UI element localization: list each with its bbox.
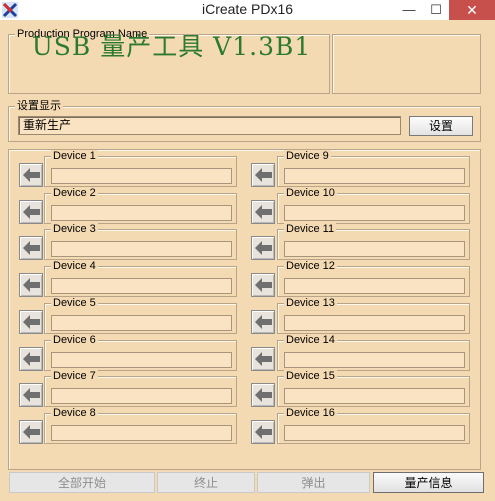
device-13-status-field	[284, 314, 465, 331]
device-15-label: Device 15	[284, 370, 337, 383]
device-2-button[interactable]	[19, 199, 43, 224]
device-4-button[interactable]	[19, 273, 43, 298]
device-12-button[interactable]	[251, 273, 275, 298]
device-4-group: Device 4	[44, 260, 237, 298]
device-9-label: Device 9	[284, 150, 331, 162]
device-13-group: Device 13	[277, 296, 470, 334]
arrow-left-icon	[255, 351, 272, 366]
device-1-status-field	[51, 168, 232, 184]
arrow-left-icon	[23, 351, 40, 366]
minimize-button[interactable]: —	[396, 0, 422, 20]
device-2-label: Device 2	[51, 186, 98, 199]
device-14-button[interactable]	[251, 346, 275, 371]
close-button[interactable]: ✕	[449, 0, 495, 20]
device-7-status-field	[51, 388, 232, 405]
production-info-button[interactable]: 量产信息	[373, 472, 484, 493]
device-7-group: Device 7	[44, 370, 237, 408]
device-1-group: Device 1	[44, 150, 237, 187]
device-11-label: Device 11	[284, 223, 337, 236]
device-8-label: Device 8	[51, 406, 98, 419]
bottom-toolbar: 全部开始 终止 弹出 量产信息	[0, 472, 495, 501]
setting-display-field: 重新生产	[18, 116, 401, 135]
device-5-group: Device 5	[44, 296, 237, 334]
arrow-left-icon	[23, 388, 40, 403]
device-12-status-field	[284, 278, 465, 295]
device-13-label: Device 13	[284, 296, 337, 309]
device-7-label: Device 7	[51, 370, 98, 383]
device-3-group: Device 3	[44, 223, 237, 261]
device-11-button[interactable]	[251, 236, 275, 261]
device-15-button[interactable]	[251, 383, 275, 408]
device-7-button[interactable]	[19, 383, 43, 408]
device-6-button[interactable]	[19, 346, 43, 371]
device-6-status-field	[51, 351, 232, 368]
device-5-label: Device 5	[51, 296, 98, 309]
device-4-status-field	[51, 278, 232, 295]
device-6-label: Device 6	[51, 333, 98, 346]
device-1-label: Device 1	[51, 150, 98, 162]
device-16-label: Device 16	[284, 406, 337, 419]
device-15-group: Device 15	[277, 370, 470, 408]
device-5-button[interactable]	[19, 309, 43, 334]
device-8-group: Device 8	[44, 406, 237, 444]
device-15-status-field	[284, 388, 465, 405]
device-4-label: Device 4	[51, 260, 98, 273]
maximize-button[interactable]: ☐	[423, 0, 449, 20]
start-all-button[interactable]: 全部开始	[9, 472, 155, 493]
arrow-left-icon	[255, 388, 272, 403]
device-10-group: Device 10	[277, 186, 470, 224]
device-8-button[interactable]	[19, 419, 43, 444]
device-3-label: Device 3	[51, 223, 98, 236]
arrow-left-icon	[255, 241, 272, 256]
device-11-group: Device 11	[277, 223, 470, 261]
device-12-group: Device 12	[277, 260, 470, 298]
arrow-left-icon	[23, 204, 40, 219]
device-16-button[interactable]	[251, 419, 275, 444]
device-14-group: Device 14	[277, 333, 470, 371]
device-5-status-field	[51, 314, 232, 331]
title-bar: iCreate PDx16 — ☐ ✕	[0, 0, 495, 20]
device-12-label: Device 12	[284, 260, 337, 273]
device-2-status-field	[51, 204, 232, 221]
arrow-left-icon	[255, 204, 272, 219]
device-9-group: Device 9	[277, 150, 470, 187]
setting-button[interactable]: 设置	[409, 116, 473, 136]
arrow-left-icon	[23, 314, 40, 329]
device-14-status-field	[284, 351, 465, 368]
device-13-button[interactable]	[251, 309, 275, 334]
arrow-left-icon	[255, 424, 272, 439]
stop-button[interactable]: 终止	[157, 472, 255, 493]
device-11-status-field	[284, 241, 465, 258]
device-10-button[interactable]	[251, 199, 275, 224]
device-16-group: Device 16	[277, 406, 470, 444]
device-3-button[interactable]	[19, 236, 43, 261]
device-2-group: Device 2	[44, 186, 237, 224]
device-16-status-field	[284, 424, 465, 441]
device-10-label: Device 10	[284, 186, 337, 199]
arrow-left-icon	[255, 314, 272, 329]
device-1-button[interactable]	[19, 163, 43, 187]
device-9-status-field	[284, 168, 465, 184]
program-name: USB 量产工具 V1.3B1	[31, 32, 312, 61]
device-14-label: Device 14	[284, 333, 337, 346]
eject-button[interactable]: 弹出	[257, 472, 370, 493]
program-side-group	[332, 34, 481, 94]
device-6-group: Device 6	[44, 333, 237, 371]
arrow-left-icon	[255, 168, 272, 182]
arrow-left-icon	[23, 278, 40, 293]
arrow-left-icon	[23, 168, 40, 182]
device-9-button[interactable]	[251, 163, 275, 187]
arrow-left-icon	[255, 278, 272, 293]
device-10-status-field	[284, 204, 465, 221]
arrow-left-icon	[23, 424, 40, 439]
device-8-status-field	[51, 424, 232, 441]
device-3-status-field	[51, 241, 232, 258]
arrow-left-icon	[23, 241, 40, 256]
setting-legend: 设置显示	[15, 100, 63, 112]
